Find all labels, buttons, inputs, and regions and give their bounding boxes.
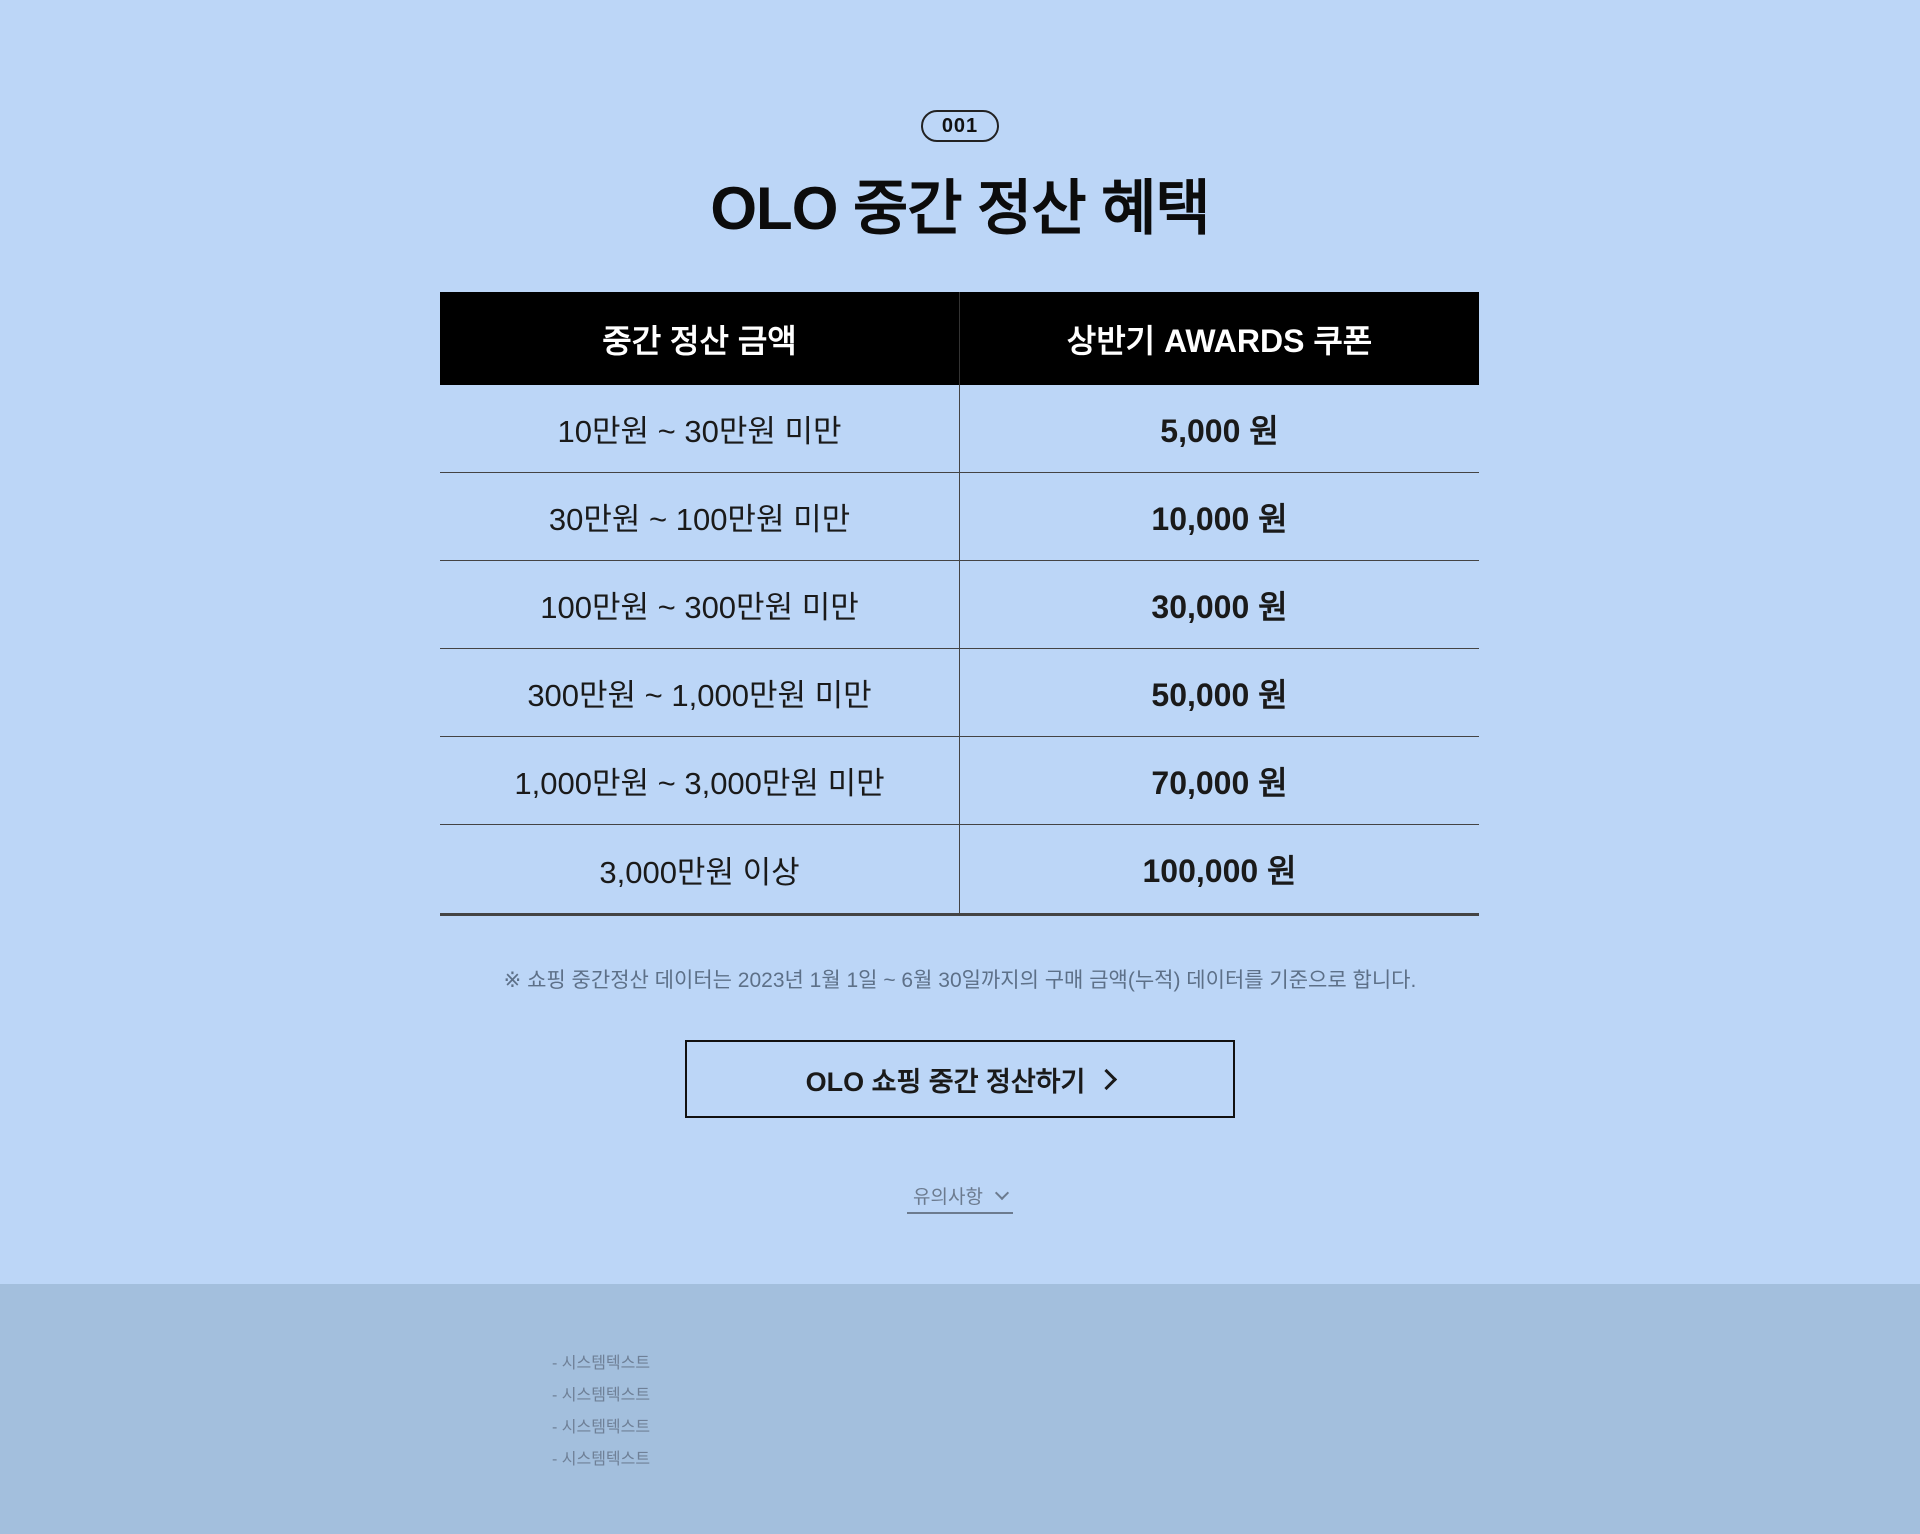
- range-cell: 1,000만원 ~ 3,000만원 미만: [440, 737, 960, 824]
- chevron-right-icon: [1096, 1068, 1118, 1090]
- column-header-amount: 중간 정산 금액: [440, 292, 960, 385]
- settlement-cta-button[interactable]: OLO 쇼핑 중간 정산하기: [685, 1040, 1235, 1118]
- range-cell: 300만원 ~ 1,000만원 미만: [440, 649, 960, 736]
- list-item: - 시스템텍스트: [552, 1355, 651, 1372]
- table-row: 30만원 ~ 100만원 미만 10,000 원: [440, 473, 1479, 561]
- notice-section: - 시스템텍스트 - 시스템텍스트 - 시스템텍스트 - 시스템텍스트: [0, 1284, 1920, 1534]
- data-period-note: ※ 쇼핑 중간정산 데이터는 2023년 1월 1일 ~ 6월 30일까지의 구…: [503, 969, 1417, 992]
- coupon-cell: 30,000 원: [1151, 588, 1288, 625]
- table-row: 1,000만원 ~ 3,000만원 미만 70,000 원: [440, 737, 1479, 825]
- section-number-badge: 001: [921, 110, 999, 142]
- table-row: 100만원 ~ 300만원 미만 30,000 원: [440, 561, 1479, 649]
- list-item: - 시스템텍스트: [552, 1387, 651, 1404]
- coupon-cell: 100,000 원: [1142, 853, 1297, 889]
- coupon-cell: 70,000 원: [1151, 764, 1288, 801]
- system-text-list: - 시스템텍스트 - 시스템텍스트 - 시스템텍스트 - 시스템텍스트: [552, 1352, 650, 1480]
- table-row: 300만원 ~ 1,000만원 미만 50,000 원: [440, 649, 1479, 737]
- benefit-table: 중간 정산 금액 상반기 AWARDS 쿠폰 10만원 ~ 30만원 미만 5,…: [440, 292, 1479, 916]
- notice-toggle[interactable]: 유의사항: [907, 1178, 1013, 1214]
- range-cell: 3,000만원 이상: [440, 825, 960, 913]
- column-header-coupon: 상반기 AWARDS 쿠폰: [1066, 322, 1373, 359]
- table-header-row: 중간 정산 금액 상반기 AWARDS 쿠폰: [440, 292, 1479, 385]
- coupon-cell: 5,000 원: [1160, 412, 1279, 449]
- range-cell: 10만원 ~ 30만원 미만: [440, 385, 960, 472]
- coupon-cell: 50,000 원: [1151, 676, 1288, 713]
- chevron-down-icon: [994, 1185, 1010, 1200]
- settlement-cta-label: OLO 쇼핑 중간 정산하기: [805, 1066, 1086, 1097]
- list-item: - 시스템텍스트: [552, 1451, 651, 1468]
- page-title: OLO 중간 정산 혜택: [710, 175, 1210, 242]
- benefit-section: 001 OLO 중간 정산 혜택 중간 정산 금액 상반기 AWARDS 쿠폰 …: [0, 0, 1920, 1284]
- notice-toggle-label: 유의사항: [913, 1186, 983, 1208]
- list-item: - 시스템텍스트: [552, 1419, 651, 1436]
- range-cell: 100만원 ~ 300만원 미만: [440, 561, 960, 648]
- coupon-cell: 10,000 원: [1151, 500, 1288, 537]
- table-row: 10만원 ~ 30만원 미만 5,000 원: [440, 385, 1479, 473]
- table-row: 3,000만원 이상 100,000 원: [440, 825, 1479, 916]
- range-cell: 30만원 ~ 100만원 미만: [440, 473, 960, 560]
